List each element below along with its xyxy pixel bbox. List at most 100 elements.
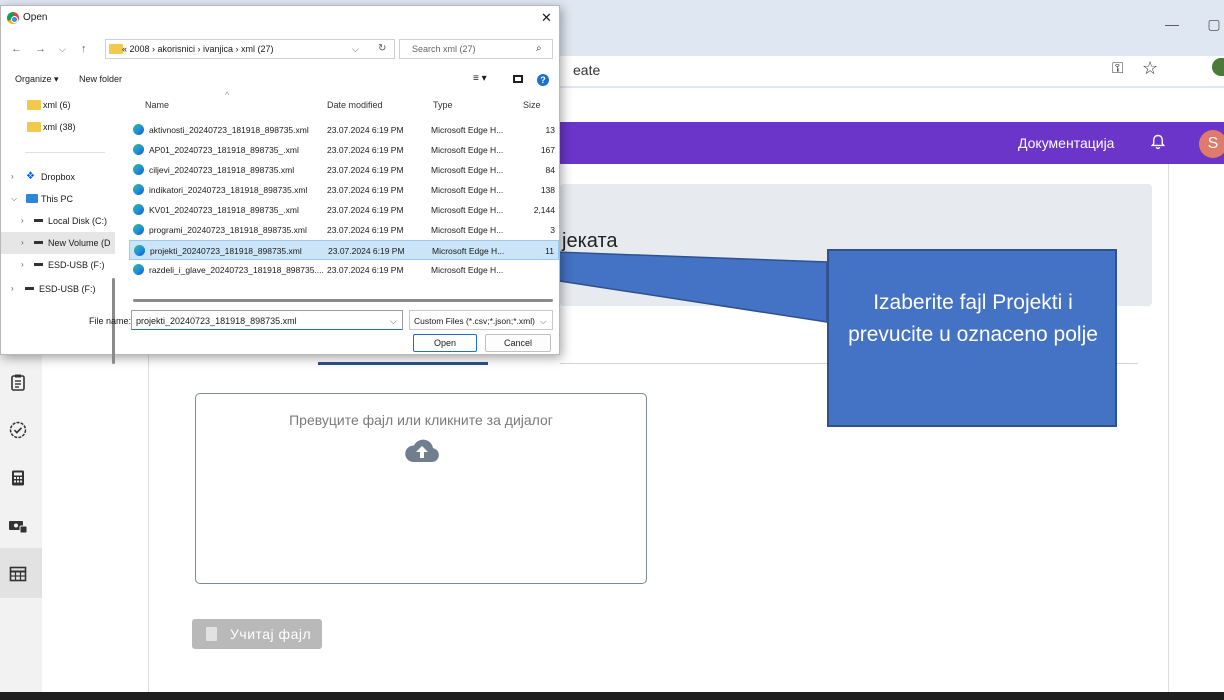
clipboard-icon[interactable]	[8, 372, 28, 392]
address-bar[interactable]	[560, 56, 1224, 86]
money-icon[interactable]	[8, 516, 28, 536]
refresh-icon[interactable]: ↻	[378, 43, 386, 54]
file-date: 23.07.2024 6:19 PM	[327, 165, 404, 175]
view-options-icon[interactable]: ≡ ▾	[473, 73, 487, 84]
column-header-date[interactable]: Date modified	[327, 100, 383, 110]
up-arrow-icon[interactable]: ↑	[81, 43, 87, 55]
file-type: Microsoft Edge H...	[431, 225, 504, 235]
maximize-icon[interactable]: ▢	[1204, 14, 1224, 34]
search-input[interactable]: Search xml (27) ⌕	[399, 39, 553, 59]
folder-icon	[27, 100, 41, 110]
path-breadcrumb[interactable]: « 2008 › akorisnici › ivanjica › xml (27…	[105, 39, 395, 59]
nav-item-esd-usb[interactable]: › ESD-USB (F:)	[1, 254, 115, 276]
expand-icon[interactable]: ›	[21, 260, 24, 269]
dropbox-icon: ❖	[26, 171, 35, 182]
forward-arrow-icon[interactable]: →	[35, 43, 46, 55]
nav-item-xml-38[interactable]: xml (38)	[1, 116, 115, 138]
file-name: razdeli_i_glave_20240723_181918_898735..…	[149, 265, 324, 275]
nav-item-label: Local Disk (C:)	[48, 216, 108, 226]
file-dropzone[interactable]: Превуците фајл или кликните за дијалог	[195, 393, 647, 584]
callout-text: Izaberite fajl Projekti i prevucite u oz…	[848, 291, 1098, 346]
nav-item-label: New Volume (D	[48, 238, 111, 248]
avatar[interactable]: S	[1199, 130, 1224, 158]
file-type: Microsoft Edge H...	[431, 205, 504, 215]
edge-file-icon	[133, 144, 144, 155]
nav-item-label: ESD-USB (F:)	[48, 260, 105, 270]
column-header-size[interactable]: Size	[523, 100, 541, 110]
drive-icon	[34, 241, 43, 244]
nav-item-local-disk[interactable]: › Local Disk (C:)	[1, 210, 115, 232]
file-type: Microsoft Edge H...	[432, 246, 505, 256]
file-size: 84	[545, 165, 555, 175]
nav-item-esd-usb-root[interactable]: › ESD-USB (F:)	[1, 278, 115, 300]
recent-locations-icon[interactable]: ⌵	[59, 44, 66, 55]
file-row[interactable]: AP01_20240723_181918_898735_.xml 23.07.2…	[129, 140, 559, 160]
file-date: 23.07.2024 6:19 PM	[327, 205, 404, 215]
dialog-footer: File name: projekti_20240723_181918_8987…	[1, 306, 559, 354]
file-date: 23.07.2024 6:19 PM	[327, 225, 404, 235]
table-icon[interactable]	[8, 564, 28, 584]
edge-file-icon	[133, 224, 144, 235]
documentation-link[interactable]: Документација	[1018, 135, 1114, 151]
star-icon[interactable]: ☆	[1142, 58, 1158, 79]
nav-item-new-volume[interactable]: › New Volume (D	[1, 232, 115, 254]
collapse-icon[interactable]: ⌵	[11, 194, 17, 204]
nav-item-xml-6[interactable]: xml (6)	[1, 94, 115, 116]
file-date: 23.07.2024 6:19 PM	[327, 145, 404, 155]
sort-ascending-icon: ^	[225, 90, 230, 100]
drive-icon	[34, 219, 43, 222]
profile-icon[interactable]	[1212, 58, 1224, 76]
horizontal-scrollbar[interactable]	[133, 299, 553, 302]
close-icon[interactable]: ✕	[541, 10, 552, 26]
open-button[interactable]: Open	[413, 334, 477, 352]
column-header-type[interactable]: Type	[433, 100, 453, 110]
file-row[interactable]: KV01_20240723_181918_898735_.xml 23.07.2…	[129, 200, 559, 220]
bell-icon[interactable]	[1150, 134, 1166, 150]
back-arrow-icon[interactable]: ←	[11, 43, 22, 55]
file-date: 23.07.2024 6:19 PM	[327, 185, 404, 195]
chevron-down-icon[interactable]: ⌵	[540, 316, 546, 327]
file-name: projekti_20240723_181918_898735.xml	[150, 246, 302, 256]
file-row[interactable]: indikatori_20240723_181918_898735.xml 23…	[129, 180, 559, 200]
file-size: 11	[545, 246, 554, 256]
expand-icon[interactable]: ›	[21, 216, 24, 225]
nav-item-this-pc[interactable]: ⌵ This PC	[1, 188, 115, 210]
expand-icon[interactable]: ›	[11, 284, 14, 293]
check-circle-icon[interactable]	[8, 420, 28, 440]
expand-icon[interactable]: ›	[21, 238, 24, 247]
nav-item-label: xml (38)	[43, 122, 76, 132]
preview-pane-icon[interactable]	[513, 75, 523, 83]
file-type: Microsoft Edge H...	[431, 265, 504, 275]
file-type-select[interactable]: Custom Files (*.csv;*.json;*.xml) ⌵	[409, 310, 553, 330]
dialog-titlebar: Open ✕	[1, 6, 559, 34]
expand-icon[interactable]: ›	[11, 172, 14, 181]
file-type-value: Custom Files (*.csv;*.json;*.xml)	[414, 316, 535, 326]
minimize-icon[interactable]: —	[1162, 14, 1182, 34]
path-dropdown-icon[interactable]: ⌵	[352, 44, 359, 55]
drive-icon	[25, 287, 34, 290]
open-file-dialog: Open ✕ ← → ⌵ ↑ « 2008 › akorisnici › iva…	[0, 5, 560, 364]
help-icon[interactable]: ?	[537, 74, 549, 86]
file-size: 3	[550, 225, 555, 235]
new-folder-button[interactable]: New folder	[79, 74, 122, 84]
file-size: 2,144	[533, 205, 555, 215]
file-name-input[interactable]: projekti_20240723_181918_898735.xml ⌵	[131, 310, 403, 330]
chevron-down-icon[interactable]: ⌵	[390, 316, 397, 327]
nav-item-dropbox[interactable]: › ❖ Dropbox	[1, 166, 115, 188]
cancel-button[interactable]: Cancel	[485, 334, 551, 352]
dialog-toolbar: Organize ▾ New folder ≡ ▾ ?	[1, 68, 559, 90]
file-row-selected[interactable]: projekti_20240723_181918_898735.xml 23.0…	[129, 240, 559, 260]
load-file-label: Учитај фајл	[230, 626, 312, 642]
key-icon[interactable]: ⚿	[1112, 60, 1123, 77]
file-row[interactable]: ciljevi_20240723_181918_898735.xml 23.07…	[129, 160, 559, 180]
column-header-name[interactable]: Name	[145, 100, 169, 110]
file-row[interactable]: aktivnosti_20240723_181918_898735.xml 23…	[129, 120, 559, 140]
file-row[interactable]: razdeli_i_glave_20240723_181918_898735..…	[129, 260, 559, 280]
file-name: ciljevi_20240723_181918_898735.xml	[149, 165, 295, 175]
calculator-icon[interactable]	[8, 468, 28, 488]
load-file-button[interactable]: Учитај фајл	[192, 619, 322, 649]
chrome-icon	[7, 12, 19, 24]
file-type: Microsoft Edge H...	[431, 125, 504, 135]
organize-menu[interactable]: Organize ▾	[15, 74, 59, 85]
file-row[interactable]: programi_20240723_181918_898735.xml 23.0…	[129, 220, 559, 240]
